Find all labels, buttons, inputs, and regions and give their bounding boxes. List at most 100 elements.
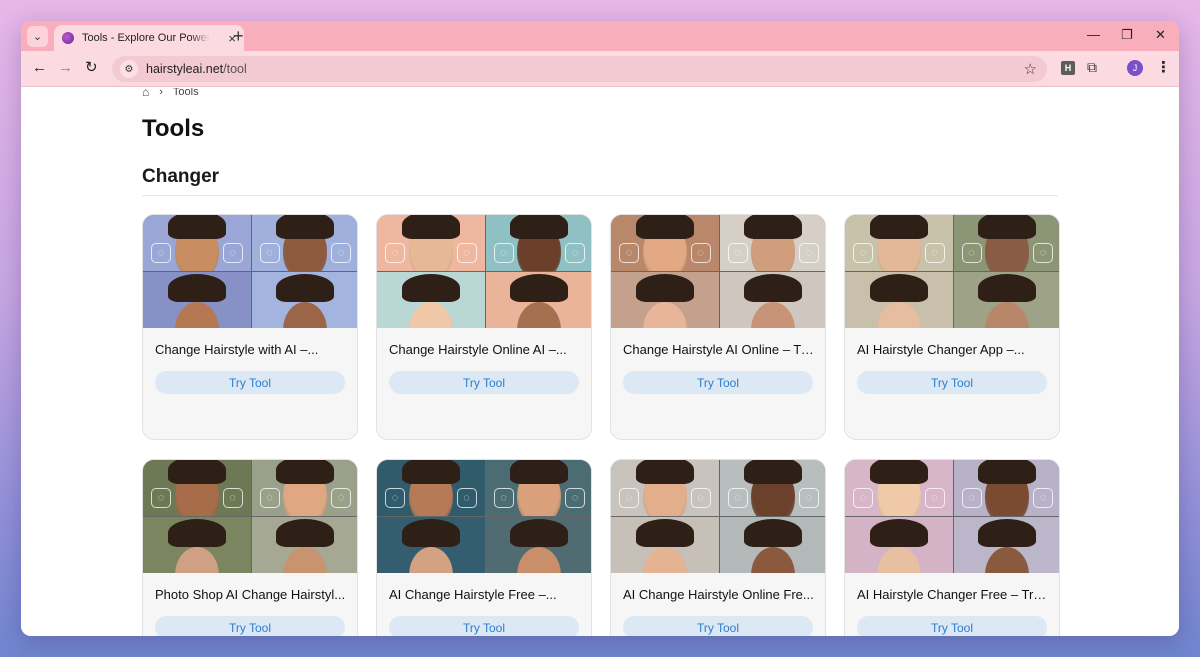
tool-card[interactable]: ◌ ◌ ◌ ◌ Change Hairstyle AI Online – Tr... Tr… bbox=[610, 214, 826, 440]
portrait-quadrant: ◌ ◌ bbox=[719, 460, 825, 516]
portrait-quadrant bbox=[251, 517, 357, 573]
browser-menu-icon[interactable]: ⋮ bbox=[1156, 58, 1171, 76]
face-illustration bbox=[985, 302, 1030, 328]
face-illustration bbox=[876, 302, 921, 328]
hairstyle-icon: ◌ bbox=[690, 488, 711, 508]
tool-thumbnail: ◌ ◌ ◌ ◌ bbox=[611, 215, 825, 328]
hair-illustration bbox=[510, 519, 569, 547]
tool-card-title[interactable]: Change Hairstyle with AI –... bbox=[155, 342, 347, 357]
tab-active[interactable]: Tools - Explore Our Powerful To × bbox=[54, 25, 244, 51]
try-tool-button[interactable]: Try Tool bbox=[389, 371, 579, 394]
tool-thumbnail: ◌ ◌ ◌ ◌ bbox=[845, 215, 1059, 328]
try-tool-button[interactable]: Try Tool bbox=[389, 616, 579, 636]
portrait-quadrant: ◌ ◌ bbox=[845, 460, 953, 516]
try-tool-button[interactable]: Try Tool bbox=[623, 616, 813, 636]
hair-illustration bbox=[744, 460, 803, 484]
tab-title: Tools - Explore Our Powerful To bbox=[82, 32, 210, 44]
tool-card[interactable]: ◌ ◌ ◌ ◌ AI Hairstyle Changer App –... Try Too… bbox=[844, 214, 1060, 440]
tool-card-title[interactable]: AI Hairstyle Changer App –... bbox=[857, 342, 1049, 357]
face-illustration bbox=[283, 302, 328, 328]
hair-illustration bbox=[401, 274, 460, 302]
portrait-quadrant: ◌ ◌ bbox=[143, 215, 251, 271]
site-info-icon[interactable]: ⚙ bbox=[120, 60, 138, 78]
portrait-quadrant: ◌ ◌ bbox=[251, 215, 357, 271]
tool-card[interactable]: ◌ ◌ ◌ ◌ Photo Shop AI Change Hairstyl... Try … bbox=[142, 459, 358, 636]
hairstyle-icon: ◌ bbox=[259, 488, 280, 508]
portrait-quadrant bbox=[845, 517, 953, 573]
hairstyle-icon: ◌ bbox=[385, 488, 405, 508]
tool-thumbnail: ◌ ◌ ◌ ◌ bbox=[611, 460, 825, 573]
hairstyle-icon: ◌ bbox=[924, 243, 945, 263]
portrait-quadrant: ◌ ◌ bbox=[485, 215, 591, 271]
portrait-quadrant bbox=[143, 517, 251, 573]
close-window-button[interactable]: ✕ bbox=[1155, 27, 1166, 43]
tool-card[interactable]: ◌ ◌ ◌ ◌ AI Change Hairstyle Online Fre... Try… bbox=[610, 459, 826, 636]
tool-card-title[interactable]: AI Hairstyle Changer Free – Try... bbox=[857, 587, 1049, 602]
tool-card-title[interactable]: AI Change Hairstyle Online Fre... bbox=[623, 587, 815, 602]
tool-card-title[interactable]: Change Hairstyle Online AI –... bbox=[389, 342, 581, 357]
address-bar[interactable]: ⚙ hairstyleai.net/tool ☆ bbox=[112, 56, 1047, 82]
hair-illustration bbox=[744, 215, 803, 239]
hair-illustration bbox=[401, 460, 460, 484]
hairstyle-icon: ◌ bbox=[853, 488, 873, 508]
hair-illustration bbox=[167, 519, 226, 547]
hair-illustration bbox=[401, 519, 460, 547]
hairstyle-icon: ◌ bbox=[961, 488, 982, 508]
hair-illustration bbox=[869, 460, 928, 484]
breadcrumb-current: Tools bbox=[172, 88, 199, 98]
hair-illustration bbox=[167, 460, 226, 484]
try-tool-button[interactable]: Try Tool bbox=[155, 371, 345, 394]
face-illustration bbox=[876, 547, 921, 573]
face-illustration bbox=[517, 302, 562, 328]
hairstyle-icon: ◌ bbox=[799, 488, 819, 508]
back-icon[interactable]: ← bbox=[32, 59, 47, 77]
hairstyle-icon: ◌ bbox=[924, 488, 945, 508]
try-tool-button[interactable]: Try Tool bbox=[857, 371, 1047, 394]
extension-h-icon[interactable]: H bbox=[1061, 61, 1075, 75]
tab-search-button[interactable]: ⌄ bbox=[27, 26, 48, 47]
hairstyle-icon: ◌ bbox=[493, 488, 514, 508]
portrait-quadrant bbox=[611, 272, 719, 328]
hairstyle-icon: ◌ bbox=[853, 243, 873, 263]
chevron-down-icon: ⌄ bbox=[32, 31, 43, 43]
reload-icon[interactable]: ↻ bbox=[85, 59, 98, 77]
tool-card-title[interactable]: AI Change Hairstyle Free –... bbox=[389, 587, 581, 602]
tool-card-title[interactable]: Change Hairstyle AI Online – Tr... bbox=[623, 342, 815, 357]
portrait-quadrant bbox=[953, 272, 1059, 328]
tool-card[interactable]: ◌ ◌ ◌ ◌ AI Hairstyle Changer Free – Try... Tr… bbox=[844, 459, 1060, 636]
tool-thumbnail: ◌ ◌ ◌ ◌ bbox=[845, 460, 1059, 573]
hair-illustration bbox=[744, 519, 803, 547]
extensions-puzzle-icon[interactable]: ⧉ bbox=[1087, 59, 1097, 76]
tool-card[interactable]: ◌ ◌ ◌ ◌ Change Hairstyle with AI –... Try Too… bbox=[142, 214, 358, 440]
tab-strip: ⌄ Tools - Explore Our Powerful To × + — … bbox=[21, 21, 1179, 51]
profile-avatar[interactable]: J bbox=[1127, 60, 1143, 76]
tool-thumbnail: ◌ ◌ ◌ ◌ bbox=[377, 215, 591, 328]
home-icon[interactable]: ⌂ bbox=[142, 88, 149, 99]
face-illustration bbox=[408, 547, 453, 573]
try-tool-button[interactable]: Try Tool bbox=[155, 616, 345, 636]
portrait-quadrant bbox=[485, 517, 591, 573]
minimize-button[interactable]: — bbox=[1087, 27, 1100, 42]
hair-illustration bbox=[978, 274, 1037, 302]
tool-card[interactable]: ◌ ◌ ◌ ◌ Change Hairstyle Online AI –... Try T… bbox=[376, 214, 592, 440]
bookmark-star-icon[interactable]: ☆ bbox=[1024, 60, 1037, 78]
hair-illustration bbox=[744, 274, 803, 302]
favicon-icon bbox=[62, 32, 74, 44]
hair-illustration bbox=[635, 519, 694, 547]
face-illustration bbox=[408, 302, 453, 328]
hair-illustration bbox=[167, 215, 226, 239]
forward-icon[interactable]: → bbox=[58, 59, 73, 77]
face-illustration bbox=[174, 547, 219, 573]
portrait-quadrant: ◌ ◌ bbox=[845, 215, 953, 271]
new-tab-button[interactable]: + bbox=[233, 26, 244, 46]
tool-card-title[interactable]: Photo Shop AI Change Hairstyl... bbox=[155, 587, 347, 602]
try-tool-button[interactable]: Try Tool bbox=[857, 616, 1047, 636]
browser-window: ⌄ Tools - Explore Our Powerful To × + — … bbox=[21, 21, 1179, 636]
hair-illustration bbox=[276, 519, 335, 547]
hairstyle-icon: ◌ bbox=[690, 243, 711, 263]
try-tool-button[interactable]: Try Tool bbox=[623, 371, 813, 394]
hairstyle-icon: ◌ bbox=[331, 488, 351, 508]
portrait-quadrant: ◌ ◌ bbox=[719, 215, 825, 271]
restore-button[interactable]: ❐ bbox=[1121, 27, 1133, 43]
tool-card[interactable]: ◌ ◌ ◌ ◌ AI Change Hairstyle Free –... Try Too… bbox=[376, 459, 592, 636]
